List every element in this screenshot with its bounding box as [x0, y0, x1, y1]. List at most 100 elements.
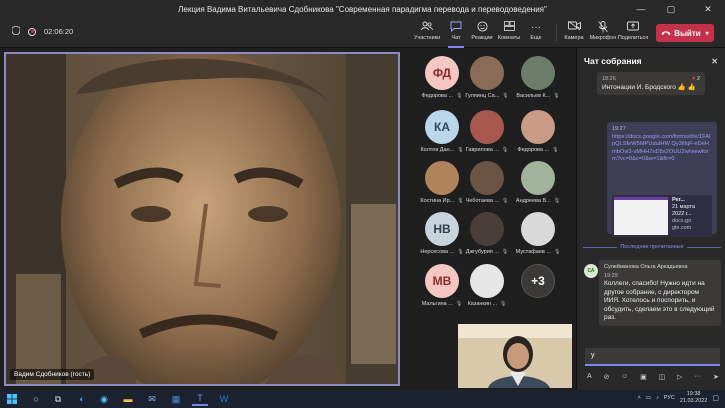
- video-stage: Вадим Сдобников (гость) ФД Федорова ... 🎙 Г…: [0, 48, 576, 390]
- more-participants-button[interactable]: +3: [521, 264, 555, 298]
- last-read-divider: Последние прочитанные: [583, 244, 721, 250]
- participant-avatar: ФД: [425, 56, 459, 90]
- camera-button[interactable]: Камера: [560, 20, 588, 47]
- file-explorer-icon[interactable]: ▬: [120, 392, 136, 406]
- more-button[interactable]: ··· Еще: [522, 21, 550, 47]
- title-bar: Лекция Вадима Витальевича Сдобникова "Со…: [0, 0, 725, 18]
- window-title: Лекция Вадима Витальевича Сдобникова "Со…: [178, 4, 547, 14]
- form-link[interactable]: https://docs.google.com/forms/d/e/1FAIpQ…: [612, 134, 712, 192]
- speaker-video-frame: [6, 54, 398, 384]
- chevron-up-icon[interactable]: ˄: [638, 395, 641, 401]
- gif-icon[interactable]: ▣: [640, 373, 647, 381]
- chat-icon: [450, 21, 462, 35]
- participant-avatar: [521, 161, 555, 195]
- speaker-name-tag: Вадим Сдобников (гость): [10, 369, 95, 380]
- reaction-count[interactable]: ♥ 2: [692, 75, 700, 84]
- chat-panel: Чат собрания ✕ 18:26 ♥ 2 Интонации И. Бр…: [576, 48, 725, 390]
- more-icon: ···: [531, 22, 541, 33]
- notifications-icon[interactable]: ▢: [712, 394, 719, 402]
- leave-button[interactable]: Выйти ▾: [656, 24, 714, 42]
- participant-name-row: Джгубурия ... 🎙: [466, 249, 509, 255]
- participant-avatar: МВ: [425, 264, 459, 298]
- minimize-icon[interactable]: —: [629, 0, 653, 18]
- teams-icon[interactable]: T: [192, 392, 208, 406]
- rooms-icon: [503, 21, 515, 35]
- taskbar: ○ ⧉ ◐ ◉ ▬ ✉ ▦ T W ˄ ▭ ♪ РУС 19:38 21.03.…: [0, 390, 725, 408]
- link-preview-card[interactable]: Рег... 21 марта 2022 г... docs.go gle.co…: [612, 194, 712, 237]
- chat-compose-input[interactable]: у: [585, 348, 720, 366]
- message-time: 19:29: [604, 272, 618, 279]
- participant-avatar: КА: [425, 110, 459, 144]
- reactions-button[interactable]: Реакции: [468, 21, 496, 47]
- camera-icon: [567, 20, 581, 35]
- heart-icon: ♥: [692, 76, 696, 82]
- edge-icon[interactable]: ◉: [96, 392, 112, 406]
- participant-avatar: [521, 212, 555, 246]
- participant-name-row: Казанкин ... 🎙: [468, 301, 507, 307]
- shield-icon: [11, 25, 21, 37]
- hang-up-icon: [661, 29, 671, 38]
- meeting-info: 02:06:20: [11, 25, 74, 37]
- close-window-icon[interactable]: ✕: [696, 0, 720, 18]
- word-icon[interactable]: W: [216, 392, 232, 406]
- participant-name: Гаврилова ...: [465, 147, 499, 153]
- maximize-icon[interactable]: ▢: [659, 0, 683, 18]
- microphone-icon: [598, 21, 608, 35]
- participant-tile[interactable]: Андреева В... 🎙: [508, 161, 568, 211]
- emoji-icon[interactable]: ☺: [621, 373, 628, 381]
- participant-name-row: Гаврилова ... 🎙: [466, 147, 509, 153]
- more-options-icon[interactable]: ···: [694, 373, 701, 381]
- meeting-toolbar: 02:06:20 Участники Чат Реакции Комнаты ·…: [0, 18, 725, 48]
- mic-muted-icon: 🎙: [553, 249, 561, 255]
- message-text: Интонации И. Бродского 👍 👍: [602, 83, 696, 91]
- reaction-icon: [476, 21, 488, 35]
- share-icon: [627, 21, 639, 35]
- people-icon: [421, 21, 433, 35]
- share-button[interactable]: Поделиться: [618, 21, 648, 47]
- chevron-down-icon: ▾: [705, 30, 709, 37]
- mail-icon[interactable]: ✉: [144, 392, 160, 406]
- participant-tile[interactable]: Федорова ... 🎙: [508, 110, 568, 160]
- participant-tile[interactable]: Мустафаев ... 🎙: [508, 212, 568, 262]
- network-icon[interactable]: ▭: [646, 395, 651, 401]
- chat-message: Сулейманова Ольга Аркадьевна 19:29 Колле…: [599, 260, 721, 326]
- mic-muted-icon: 🎙: [552, 147, 559, 153]
- format-icon[interactable]: A: [587, 373, 592, 381]
- message-time: 19:27: [612, 126, 626, 132]
- attach-icon[interactable]: ⊘: [603, 373, 609, 381]
- participant-tile[interactable]: Васильев К... 🎙: [508, 56, 568, 106]
- store-icon[interactable]: ▦: [168, 392, 184, 406]
- clock[interactable]: 19:38 21.03.2022: [680, 391, 708, 405]
- self-video-frame: [458, 324, 572, 388]
- edge-browser-icon[interactable]: ◐: [74, 392, 90, 406]
- participant-avatar: [470, 56, 504, 90]
- participant-name-row: Васильев К... 🎙: [516, 93, 559, 99]
- microphone-button[interactable]: Микрофон: [589, 21, 617, 47]
- meeting-timer: 02:06:20: [44, 27, 74, 36]
- participant-name: Гуляинц Са...: [465, 93, 500, 99]
- search-icon[interactable]: ○: [28, 392, 44, 406]
- participant-name: Казанкин ...: [467, 301, 498, 307]
- rooms-button[interactable]: Комнаты: [495, 21, 523, 47]
- windows-start-icon[interactable]: [4, 392, 20, 406]
- main-video[interactable]: Вадим Сдобников (гость): [4, 52, 400, 386]
- sticker-icon[interactable]: ◫: [659, 373, 666, 381]
- input-language[interactable]: РУС: [664, 395, 675, 401]
- task-view-icon[interactable]: ⧉: [50, 392, 66, 406]
- close-chat-icon[interactable]: ✕: [711, 57, 718, 66]
- participant-avatar: [470, 212, 504, 246]
- participant-avatar: [470, 110, 504, 144]
- send-icon[interactable]: ➤: [713, 373, 719, 381]
- schedule-icon[interactable]: ▷: [677, 373, 682, 381]
- chat-button[interactable]: Чат: [442, 21, 470, 48]
- participant-name: Джгубурия ...: [465, 249, 499, 255]
- participant-tile[interactable]: +3: [508, 264, 568, 314]
- participant-name: Андреева В...: [515, 198, 551, 204]
- participants-button[interactable]: Участники: [413, 21, 441, 47]
- participant-avatar: [521, 56, 555, 90]
- volume-icon[interactable]: ♪: [656, 395, 659, 401]
- self-view-video[interactable]: [458, 324, 572, 388]
- participant-name: Федорова ...: [421, 93, 454, 99]
- participant-name-row: Чеботаева ... 🎙: [466, 198, 509, 204]
- preview-title: Рег...: [672, 196, 685, 203]
